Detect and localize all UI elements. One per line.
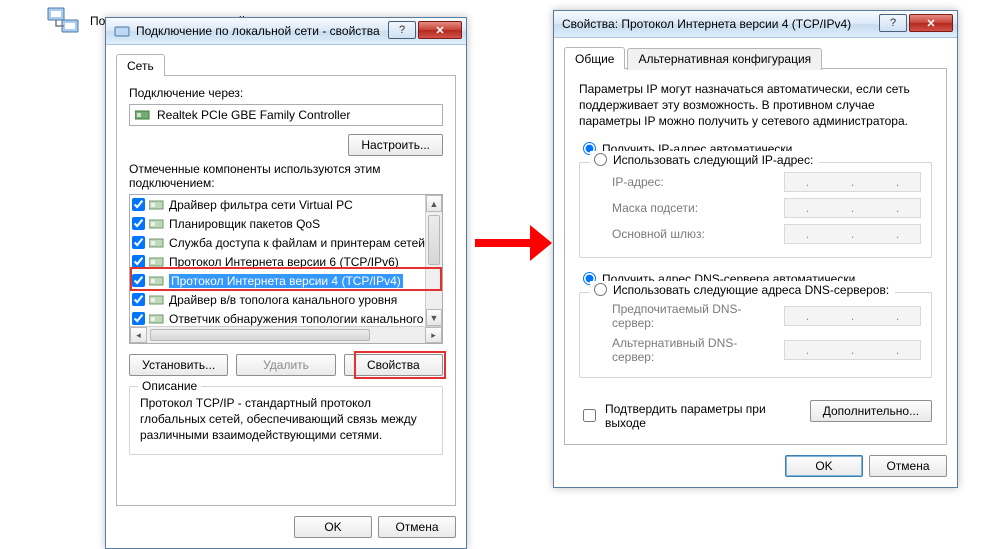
component-label: Драйвер фильтра сети Virtual PC (169, 198, 353, 212)
ip-address-label: IP-адрес: (612, 175, 776, 189)
component-item[interactable]: Протокол Интернета версии 6 (TCP/IPv6) (130, 252, 425, 271)
subnet-mask-label: Маска подсети: (612, 201, 776, 215)
titlebar[interactable]: Подключение по локальной сети - свойства… (106, 18, 466, 45)
validate-on-exit-checkbox[interactable] (583, 409, 596, 422)
lan-properties-window: Подключение по локальной сети - свойства… (105, 17, 467, 549)
tab-network[interactable]: Сеть (116, 54, 165, 76)
configure-button[interactable]: Настроить... (348, 134, 443, 156)
description-text: Протокол TCP/IP - стандартный протокол г… (140, 395, 432, 444)
dns-preferred-field: ... (784, 306, 921, 326)
protocol-icon (149, 274, 165, 288)
component-checkbox[interactable] (132, 255, 145, 268)
advanced-button[interactable]: Дополнительно... (810, 400, 932, 422)
component-label: Планировщик пакетов QoS (169, 217, 320, 231)
ok-button[interactable]: OK (294, 516, 372, 538)
validate-on-exit-row[interactable]: Подтвердить параметры при выходе (579, 402, 810, 430)
scroll-down-icon[interactable]: ▼ (426, 309, 442, 326)
component-item[interactable]: Протокол Интернета версии 4 (TCP/IPv4) (130, 271, 425, 290)
close-button[interactable]: ✕ (909, 14, 953, 32)
ipv4-properties-window: Свойства: Протокол Интернета версии 4 (T… (553, 10, 958, 488)
scroll-left-icon[interactable]: ◂ (130, 327, 147, 343)
component-checkbox[interactable] (132, 236, 145, 249)
tab-alt-config[interactable]: Альтернативная конфигурация (627, 48, 822, 70)
intro-text: Параметры IP могут назначаться автоматич… (579, 81, 932, 130)
protocol-icon (149, 312, 165, 326)
tab-general[interactable]: Общие (564, 47, 625, 69)
cancel-button[interactable]: Отмена (869, 455, 947, 477)
gateway-label: Основной шлюз: (612, 227, 776, 241)
protocol-icon (149, 198, 165, 212)
window-title: Свойства: Протокол Интернета версии 4 (T… (562, 17, 877, 31)
tabs: Сеть (116, 53, 456, 76)
protocol-icon (149, 255, 165, 269)
dns-alt-field: ... (784, 340, 921, 360)
adapter-field[interactable]: Realtek PCIe GBE Family Controller (129, 104, 443, 126)
component-label: Протокол Интернета версии 4 (TCP/IPv4) (169, 274, 403, 288)
protocol-icon (149, 217, 165, 231)
component-label: Драйвер в/в тополога канального уровня (169, 293, 397, 307)
dns-manual-radio-row[interactable]: Использовать следующие адреса DNS-сервер… (590, 281, 895, 299)
ok-button[interactable]: OK (785, 455, 863, 477)
protocol-icon (149, 236, 165, 250)
component-checkbox[interactable] (132, 293, 145, 306)
nic-icon (135, 109, 151, 121)
dns-manual-radio[interactable] (594, 283, 607, 296)
close-button[interactable]: ✕ (418, 21, 462, 39)
help-button[interactable]: ? (388, 21, 416, 39)
window-title: Подключение по локальной сети - свойства (136, 24, 386, 38)
component-checkbox[interactable] (132, 217, 145, 230)
connect-using-label: Подключение через: (129, 86, 443, 100)
component-checkbox[interactable] (132, 198, 145, 211)
ip-manual-radio-row[interactable]: Использовать следующий IP-адрес: (590, 151, 819, 169)
scroll-up-icon[interactable]: ▲ (426, 195, 442, 212)
help-button[interactable]: ? (879, 14, 907, 32)
install-button[interactable]: Установить... (129, 354, 228, 376)
ip-manual-label: Использовать следующий IP-адрес: (613, 153, 813, 167)
dns-alt-label: Альтернативный DNS-сервер: (612, 336, 776, 364)
dns-manual-label: Использовать следующие адреса DNS-сервер… (613, 283, 889, 297)
network-adapter-icon (46, 4, 84, 38)
component-label: Служба доступа к файлам и принтерам сете… (169, 236, 425, 250)
validate-on-exit-label: Подтвердить параметры при выходе (605, 402, 810, 430)
properties-button[interactable]: Свойства (344, 354, 443, 376)
titlebar[interactable]: Свойства: Протокол Интернета версии 4 (T… (554, 11, 957, 38)
component-item[interactable]: Ответчик обнаружения топологии канальног… (130, 309, 425, 326)
components-list[interactable]: Драйвер фильтра сети Virtual PC Планировщ… (129, 194, 443, 344)
gateway-field: ... (784, 224, 921, 244)
scroll-thumb-h[interactable] (150, 329, 370, 341)
component-item[interactable]: Драйвер фильтра сети Virtual PC (130, 195, 425, 214)
components-label: Отмеченные компоненты используются этим … (129, 162, 443, 190)
component-checkbox[interactable] (132, 274, 145, 287)
description-group-label: Описание (138, 379, 201, 393)
window-icon (114, 24, 130, 38)
ip-manual-radio[interactable] (594, 153, 607, 166)
component-label: Ответчик обнаружения топологии канальног… (169, 312, 425, 326)
scrollbar-horizontal[interactable]: ◂ ▸ (130, 326, 442, 343)
tabs: Общие Альтернативная конфигурация (564, 46, 947, 69)
annotation-arrow-icon (475, 225, 552, 261)
scroll-thumb[interactable] (428, 215, 440, 265)
component-item[interactable]: Планировщик пакетов QoS (130, 214, 425, 233)
component-item[interactable]: Служба доступа к файлам и принтерам сете… (130, 233, 425, 252)
component-item[interactable]: Драйвер в/в тополога канального уровня (130, 290, 425, 309)
adapter-name: Realtek PCIe GBE Family Controller (157, 108, 350, 122)
scrollbar-vertical[interactable]: ▲ ▼ (425, 195, 442, 326)
uninstall-button[interactable]: Удалить (236, 354, 335, 376)
scroll-right-icon[interactable]: ▸ (425, 327, 442, 343)
component-checkbox[interactable] (132, 312, 145, 325)
subnet-mask-field: ... (784, 198, 921, 218)
dns-preferred-label: Предпочитаемый DNS-сервер: (612, 302, 776, 330)
cancel-button[interactable]: Отмена (378, 516, 456, 538)
component-label: Протокол Интернета версии 6 (TCP/IPv6) (169, 255, 399, 269)
protocol-icon (149, 293, 165, 307)
ip-address-field: ... (784, 172, 921, 192)
